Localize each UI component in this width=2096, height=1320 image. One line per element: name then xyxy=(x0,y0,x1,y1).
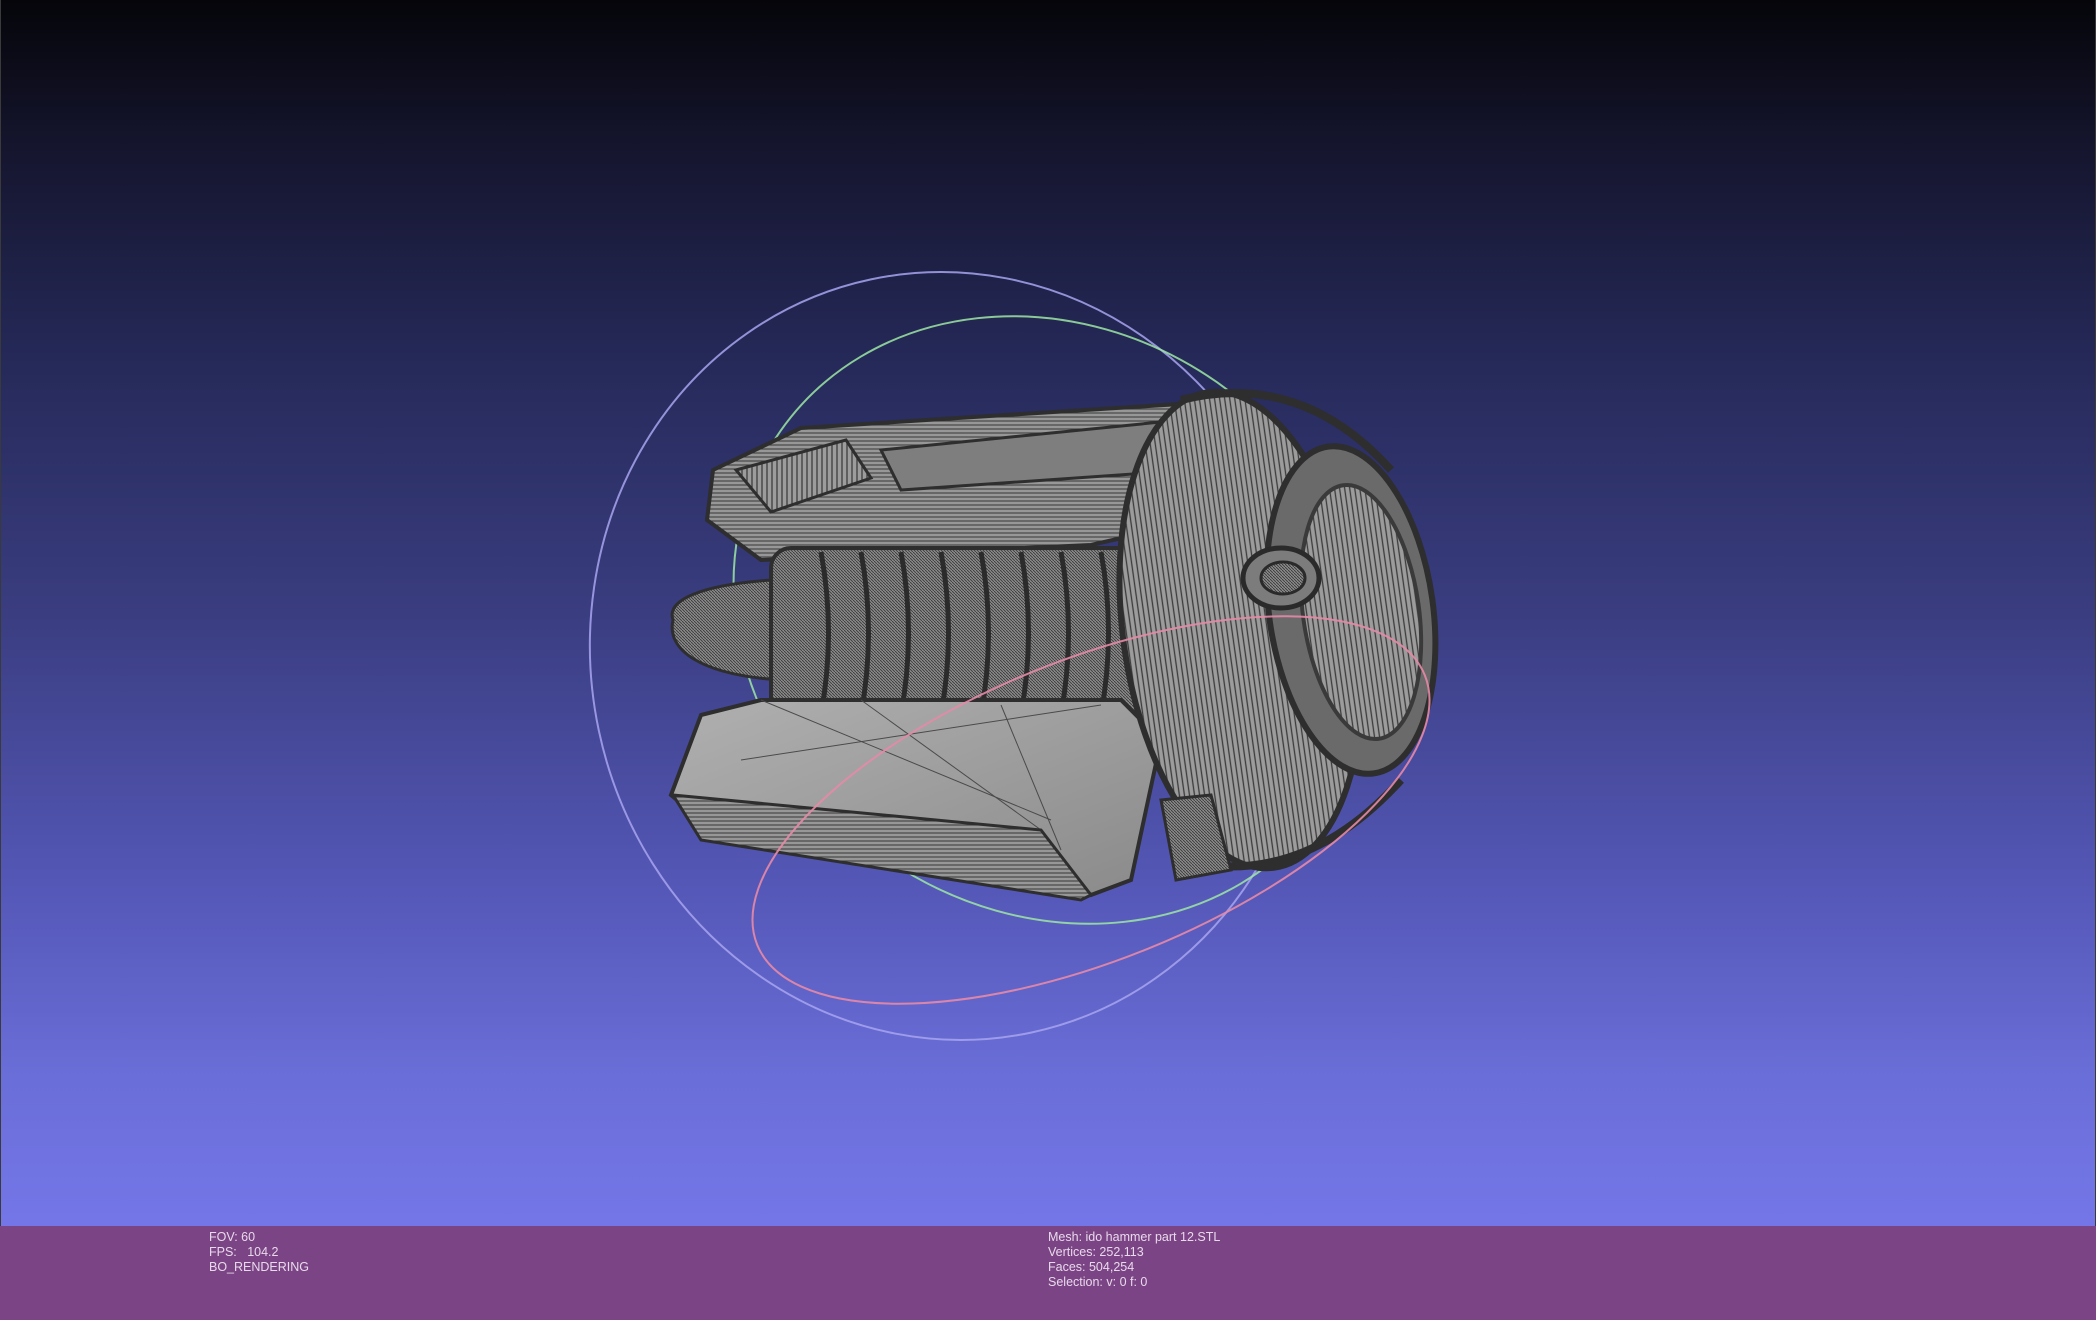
mesh-info: Mesh: ido hammer part 12.STL Vertices: 2… xyxy=(1048,1230,1220,1290)
fps-readout: FPS: 104.2 xyxy=(209,1245,279,1259)
fov-readout: FOV: 60 xyxy=(209,1230,256,1244)
mesh-name-readout: Mesh: ido hammer part 12.STL xyxy=(1048,1230,1221,1244)
info-overlay-bar: FOV: 60 FPS: 104.2 BO_RENDERING Mesh: id… xyxy=(0,1226,2096,1320)
mesh-model[interactable] xyxy=(668,376,1455,902)
scene-canvas[interactable] xyxy=(1,0,2096,1226)
selection-readout: Selection: v: 0 f: 0 xyxy=(1048,1275,1148,1289)
3d-viewport[interactable] xyxy=(0,0,2096,1226)
faces-readout: Faces: 504,254 xyxy=(1048,1260,1135,1274)
model-nose-cone xyxy=(670,578,783,682)
render-mode-readout: BO_RENDERING xyxy=(209,1260,310,1274)
vertices-readout: Vertices: 252,113 xyxy=(1048,1245,1144,1259)
meshlab-window: FOV: 60 FPS: 104.2 BO_RENDERING Mesh: id… xyxy=(0,0,2096,1320)
render-info: FOV: 60 FPS: 104.2 BO_RENDERING xyxy=(209,1230,309,1275)
